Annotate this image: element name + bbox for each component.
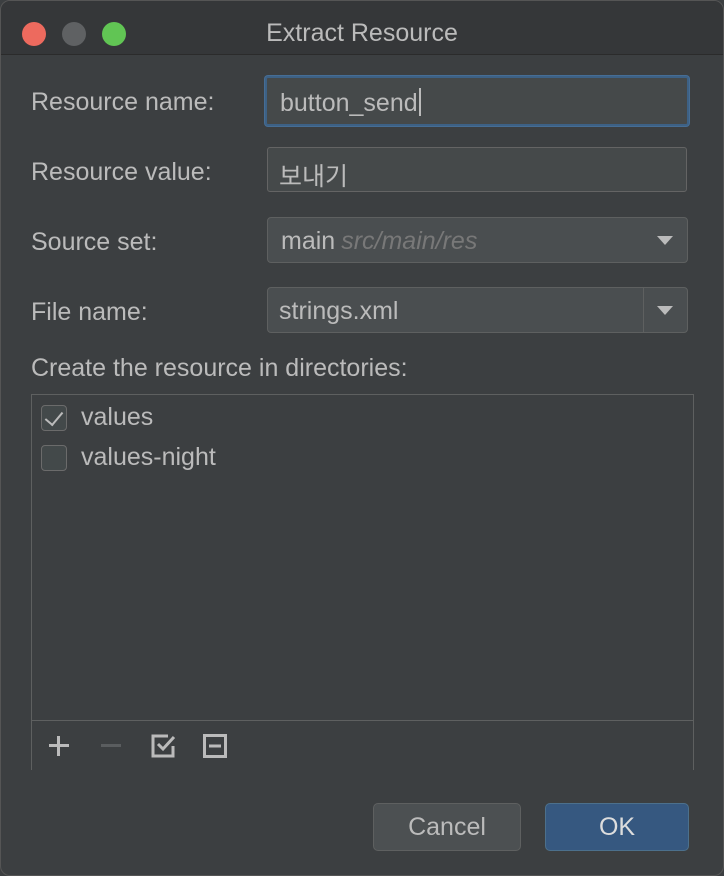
dialog-title: Extract Resource [266, 19, 458, 47]
chevron-down-icon [657, 236, 673, 245]
source-set-value: main [281, 227, 336, 255]
source-set-dropdown[interactable]: main src/main/res [267, 217, 688, 263]
values-checkbox[interactable] [41, 405, 67, 431]
resource-value-input[interactable]: 보내기 [267, 147, 687, 192]
title-bar: Extract Resource [1, 1, 723, 55]
ok-button[interactable]: OK [545, 803, 689, 851]
extract-resource-dialog: Extract Resource Resource name: button_s… [0, 0, 724, 876]
chevron-down-icon[interactable] [657, 306, 673, 315]
directories-list: values values-night [31, 394, 694, 770]
remove-icon[interactable] [98, 733, 124, 759]
source-set-label: Source set: [31, 228, 158, 256]
checkmark-icon [44, 406, 64, 427]
directory-label: values-night [81, 443, 216, 471]
resource-name-label: Resource name: [31, 88, 215, 116]
select-all-icon[interactable] [150, 733, 176, 759]
resource-value-label: Resource value: [31, 158, 212, 186]
directory-label: values [81, 403, 154, 431]
file-name-label: File name: [31, 298, 148, 326]
directories-label: Create the resource in directories: [31, 354, 408, 382]
directories-toolbar [32, 720, 693, 770]
resource-name-input[interactable]: button_send [265, 76, 689, 126]
cancel-button[interactable]: Cancel [373, 803, 521, 851]
add-icon[interactable] [46, 733, 72, 759]
text-caret [418, 88, 421, 116]
values-night-checkbox[interactable] [41, 445, 67, 471]
resource-value-value: 보내기 [279, 163, 349, 191]
resource-name-value: button_send [280, 89, 418, 117]
source-set-path-hint: src/main/res [341, 227, 478, 255]
unselect-all-icon[interactable] [202, 733, 228, 759]
file-name-combobox[interactable]: strings.xml [267, 287, 688, 333]
file-name-value: strings.xml [279, 297, 399, 325]
